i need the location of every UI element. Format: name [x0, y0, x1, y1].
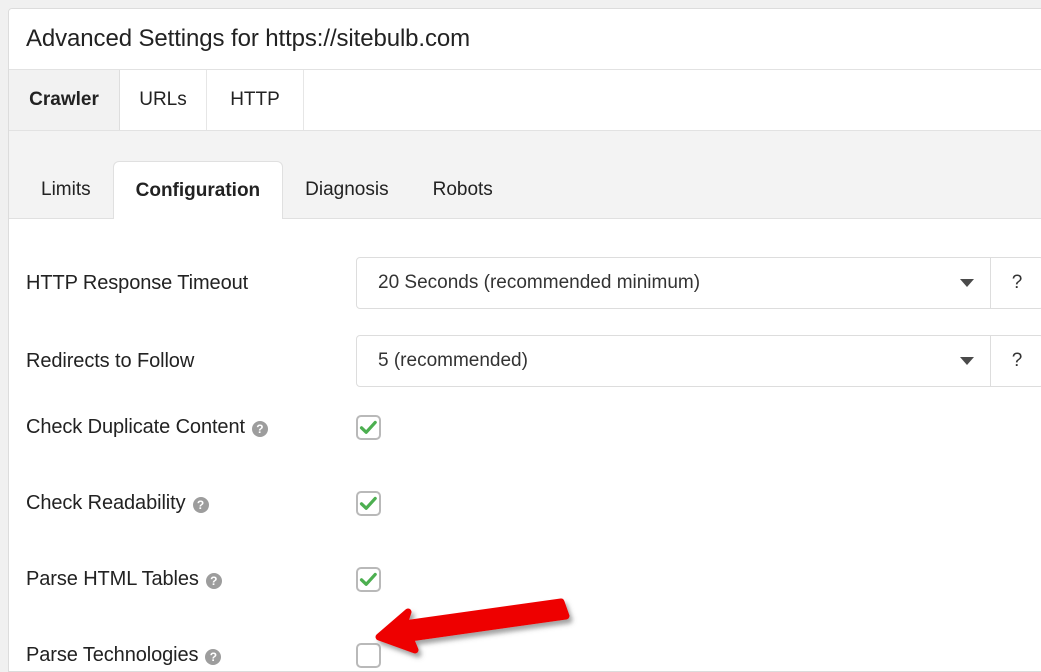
row-parse-html-tables: Parse HTML Tables ? [9, 567, 1041, 592]
primary-tab-strip: Crawler URLs HTTP [9, 70, 1041, 131]
tab-crawler[interactable]: Crawler [9, 70, 120, 130]
tab-urls[interactable]: URLs [120, 70, 207, 130]
http-response-timeout-label: HTTP Response Timeout [26, 271, 249, 294]
check-readability-label: Check Readability ? [9, 492, 356, 515]
check-readability-checkbox[interactable] [356, 491, 381, 516]
http-response-timeout-control: 20 Seconds (recommended minimum) ? [356, 257, 1041, 309]
parse-html-tables-checkbox[interactable] [356, 567, 381, 592]
tab-limits-label: Limits [41, 179, 91, 200]
chevron-down-icon [960, 279, 974, 287]
primary-tab-filler [304, 70, 1041, 130]
tab-urls-label: URLs [139, 89, 187, 110]
row-redirects-to-follow: Redirects to Follow 5 (recommended) ? [9, 335, 1041, 387]
question-mark-icon: ? [1011, 272, 1023, 293]
row-parse-technologies: Parse Technologies ? [9, 643, 1041, 668]
tab-crawler-label: Crawler [29, 89, 99, 110]
row-check-duplicate-content: Check Duplicate Content ? [9, 415, 1041, 440]
redirects-to-follow-control: 5 (recommended) ? [356, 335, 1041, 387]
advanced-settings-dialog: Advanced Settings for https://sitebulb.c… [8, 8, 1041, 672]
redirects-to-follow-select[interactable]: 5 (recommended) [356, 335, 991, 387]
secondary-tab-strip: Limits Configuration Diagnosis Robots [9, 131, 1041, 219]
dialog-title: Advanced Settings for https://sitebulb.c… [26, 25, 471, 52]
help-circle-icon[interactable]: ? [205, 572, 222, 589]
tab-configuration[interactable]: Configuration [112, 161, 284, 219]
tab-robots[interactable]: Robots [411, 162, 515, 218]
help-circle-icon[interactable]: ? [251, 420, 268, 437]
question-mark-icon: ? [1011, 350, 1023, 371]
help-circle-icon[interactable]: ? [192, 496, 209, 513]
tab-configuration-label: Configuration [135, 179, 261, 201]
configuration-panel: HTTP Response Timeout 20 Seconds (recomm… [9, 218, 1041, 671]
chevron-down-icon [960, 357, 974, 365]
dialog-header: Advanced Settings for https://sitebulb.c… [9, 9, 1041, 70]
parse-technologies-checkbox[interactable] [356, 643, 381, 668]
row-http-response-timeout: HTTP Response Timeout 20 Seconds (recomm… [9, 257, 1041, 309]
http-response-timeout-select[interactable]: 20 Seconds (recommended minimum) [356, 257, 991, 309]
http-response-timeout-help-button[interactable]: ? [991, 257, 1041, 309]
check-duplicate-content-checkbox[interactable] [356, 415, 381, 440]
check-duplicate-content-label: Check Duplicate Content ? [9, 416, 356, 439]
row-check-readability: Check Readability ? [9, 491, 1041, 516]
http-response-timeout-value: 20 Seconds (recommended minimum) [378, 272, 701, 293]
redirects-to-follow-help-button[interactable]: ? [991, 335, 1041, 387]
tab-robots-label: Robots [432, 179, 493, 200]
redirects-to-follow-value: 5 (recommended) [378, 350, 528, 371]
parse-html-tables-label: Parse HTML Tables ? [9, 568, 356, 591]
checkmark-icon [359, 572, 377, 586]
tab-limits[interactable]: Limits [19, 162, 113, 218]
tab-diagnosis[interactable]: Diagnosis [283, 162, 410, 218]
tab-http-label: HTTP [230, 89, 280, 110]
tab-diagnosis-label: Diagnosis [305, 179, 389, 200]
redirects-to-follow-label: Redirects to Follow [26, 349, 195, 372]
checkmark-icon [359, 496, 377, 510]
checkmark-icon [359, 420, 377, 434]
help-circle-icon[interactable]: ? [205, 648, 222, 665]
tab-http[interactable]: HTTP [207, 70, 304, 130]
